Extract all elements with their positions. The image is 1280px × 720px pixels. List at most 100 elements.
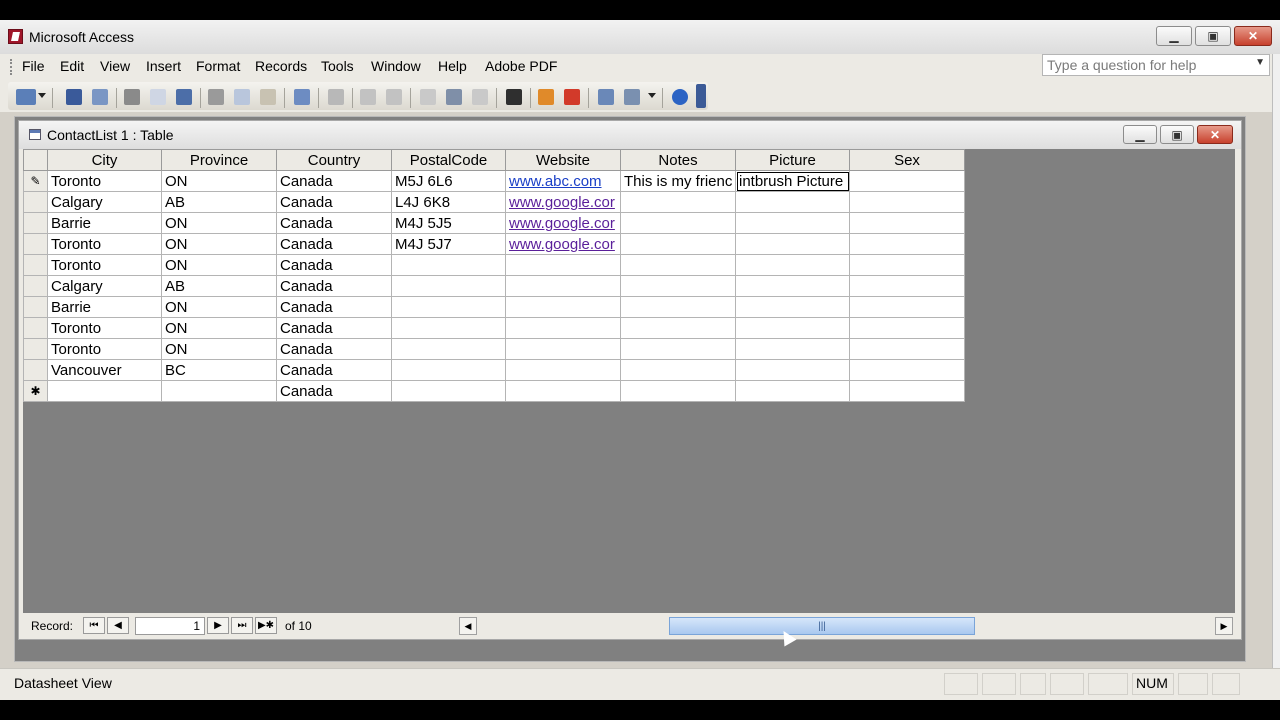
cell-city[interactable]: Barrie [47, 296, 162, 318]
cell-sex[interactable] [849, 275, 965, 297]
cell-notes[interactable] [620, 359, 736, 381]
record-selector[interactable] [23, 191, 48, 213]
cell-postal[interactable] [391, 380, 506, 402]
close-button[interactable]: ✕ [1234, 26, 1272, 46]
new-record-icon[interactable] [538, 89, 554, 105]
cell-province[interactable]: AB [161, 275, 277, 297]
table-row[interactable]: Toronto ON Canada M4J 5J7 www.google.cor [23, 233, 965, 255]
record-selector[interactable] [23, 359, 48, 381]
menu-insert[interactable]: Insert [146, 58, 181, 74]
save-icon[interactable] [66, 89, 82, 105]
cell-postal[interactable]: M5J 6L6 [391, 170, 506, 192]
database-window-icon[interactable] [598, 89, 614, 105]
cell-country[interactable]: Canada [276, 170, 392, 192]
cell-province[interactable]: AB [161, 191, 277, 213]
cell-province[interactable] [161, 380, 277, 402]
cell-postal[interactable] [391, 359, 506, 381]
apply-filter-icon[interactable] [472, 89, 488, 105]
menu-view[interactable]: View [100, 58, 130, 74]
cell-picture[interactable] [735, 317, 850, 339]
record-selector[interactable] [23, 275, 48, 297]
cell-website[interactable]: www.google.cor [505, 233, 621, 255]
cell-country[interactable]: Canada [276, 296, 392, 318]
table-row[interactable]: Barrie ON Canada M4J 5J5 www.google.cor [23, 212, 965, 234]
cell-website[interactable]: www.google.cor [505, 212, 621, 234]
help-icon[interactable] [672, 89, 688, 105]
scroll-right-icon[interactable]: ▶ [1215, 617, 1233, 635]
cell-postal[interactable] [391, 296, 506, 318]
cell-postal[interactable] [391, 275, 506, 297]
column-header-province[interactable]: Province [161, 149, 277, 171]
select-all-corner[interactable] [23, 149, 48, 171]
cell-city[interactable]: Toronto [47, 233, 162, 255]
cell-postal[interactable] [391, 338, 506, 360]
cell-country[interactable]: Canada [276, 359, 392, 381]
horizontal-scrollbar[interactable]: ◀ ||| ▶ [443, 617, 1233, 635]
cell-notes[interactable] [620, 380, 736, 402]
cell-picture[interactable] [735, 296, 850, 318]
cell-sex[interactable] [849, 170, 965, 192]
table-row[interactable]: Toronto ON Canada [23, 317, 965, 339]
toolbar-options-icon[interactable] [696, 84, 706, 108]
copy-icon[interactable] [234, 89, 250, 105]
cell-city[interactable] [47, 380, 162, 402]
cell-city[interactable]: Calgary [47, 275, 162, 297]
cell-country[interactable]: Canada [276, 275, 392, 297]
column-header-picture[interactable]: Picture [735, 149, 850, 171]
print-icon[interactable] [124, 89, 140, 105]
cell-sex[interactable] [849, 317, 965, 339]
help-dropdown-icon[interactable]: ▼ [1255, 57, 1265, 68]
column-header-notes[interactable]: Notes [620, 149, 736, 171]
cell-picture[interactable] [735, 275, 850, 297]
table-row[interactable]: Calgary AB Canada [23, 275, 965, 297]
cell-province[interactable]: ON [161, 317, 277, 339]
cell-website[interactable] [505, 380, 621, 402]
cell-province[interactable]: ON [161, 170, 277, 192]
filter-by-selection-icon[interactable] [420, 89, 436, 105]
previous-record-button[interactable]: ◀ [107, 617, 129, 634]
cell-postal[interactable] [391, 254, 506, 276]
cell-picture[interactable] [735, 233, 850, 255]
menu-edit[interactable]: Edit [60, 58, 84, 74]
cell-province[interactable]: ON [161, 233, 277, 255]
cell-notes[interactable] [620, 212, 736, 234]
menu-file[interactable]: File [22, 58, 45, 74]
sort-ascending-icon[interactable] [360, 89, 376, 105]
cell-website[interactable]: www.abc.com [505, 170, 621, 192]
record-selector[interactable] [23, 254, 48, 276]
column-header-sex[interactable]: Sex [849, 149, 965, 171]
cell-sex[interactable] [849, 380, 965, 402]
cell-city[interactable]: Vancouver [47, 359, 162, 381]
find-icon[interactable] [506, 89, 522, 105]
cell-province[interactable]: ON [161, 296, 277, 318]
column-header-country[interactable]: Country [276, 149, 392, 171]
cell-notes[interactable] [620, 296, 736, 318]
cut-icon[interactable] [208, 89, 224, 105]
cell-city[interactable]: Toronto [47, 254, 162, 276]
cell-website[interactable] [505, 338, 621, 360]
menu-records[interactable]: Records [255, 58, 307, 74]
cell-picture[interactable]: intbrush Picture [735, 170, 850, 192]
cell-country[interactable]: Canada [276, 338, 392, 360]
table-restore-button[interactable]: ▣ [1160, 125, 1194, 144]
minimize-button[interactable]: ▁ [1156, 26, 1192, 46]
cell-city[interactable]: Toronto [47, 338, 162, 360]
new-object-icon[interactable] [624, 89, 640, 105]
last-record-button[interactable]: ⏭ [231, 617, 253, 634]
cell-notes[interactable]: This is my frienc [620, 170, 736, 192]
new-record-indicator[interactable]: ✱ [23, 380, 48, 402]
cell-country[interactable]: Canada [276, 254, 392, 276]
cell-notes[interactable] [620, 275, 736, 297]
cell-notes[interactable] [620, 338, 736, 360]
cell-website[interactable] [505, 254, 621, 276]
cell-sex[interactable] [849, 212, 965, 234]
table-row[interactable]: ✎ Toronto ON Canada M5J 6L6 www.abc.com This i… [23, 170, 965, 192]
view-dropdown-icon[interactable] [38, 93, 46, 101]
website-link[interactable]: www.google.cor [509, 194, 615, 211]
insert-hyperlink-icon[interactable] [328, 89, 344, 105]
table-close-button[interactable]: ✕ [1197, 125, 1233, 144]
cell-picture[interactable] [735, 254, 850, 276]
cell-picture[interactable] [735, 191, 850, 213]
table-row[interactable]: Toronto ON Canada [23, 338, 965, 360]
cell-sex[interactable] [849, 338, 965, 360]
